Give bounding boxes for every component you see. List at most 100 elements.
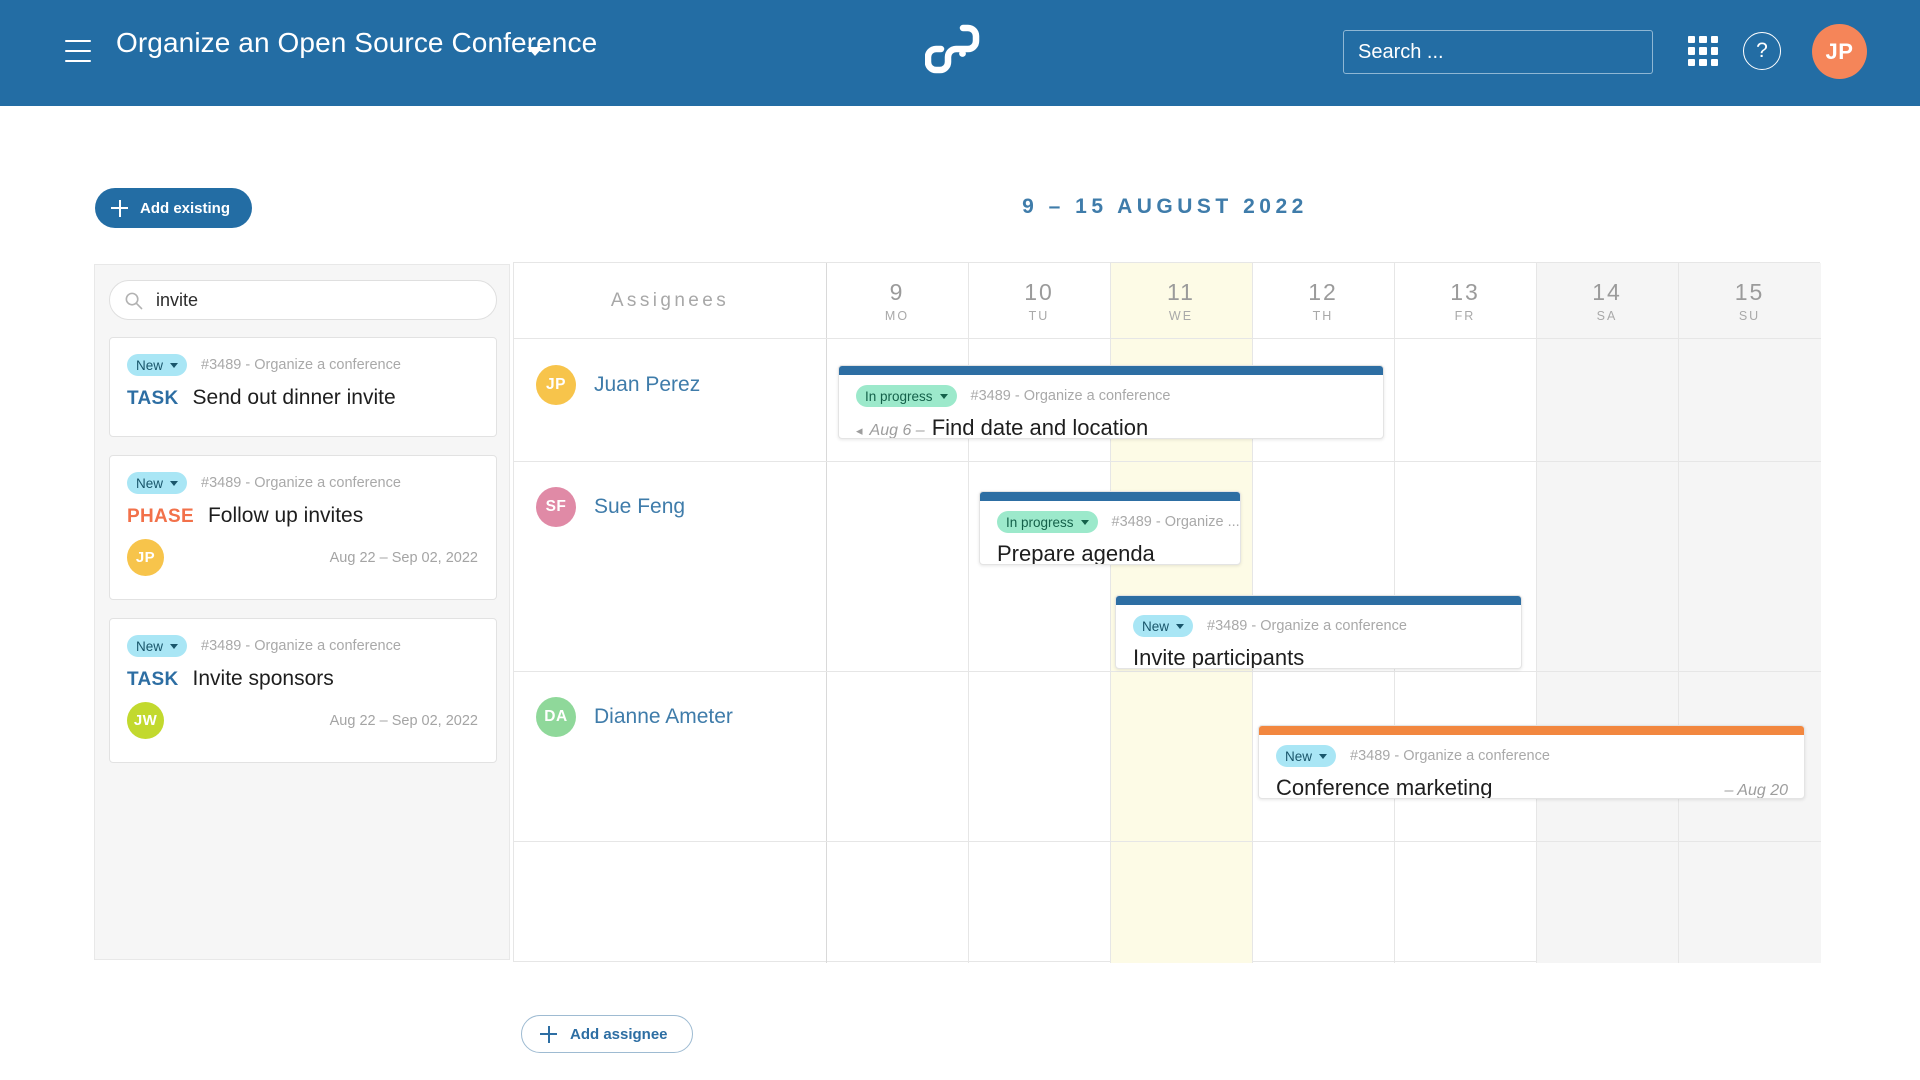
chevron-down-icon [1319, 753, 1328, 759]
task-bar-invite-participants[interactable]: New #3489 - Organize a conference Invite… [1115, 595, 1522, 669]
list-item[interactable]: New #3489 - Organize a conference TASK S… [109, 337, 497, 437]
day-name: WE [1168, 309, 1194, 323]
day-header-11: 11 WE [1110, 263, 1252, 339]
card-meta-row: New #3489 - Organize a conference [110, 619, 496, 657]
status-label: New [1142, 618, 1170, 634]
day-header-14: 14 SA [1536, 263, 1678, 339]
app-header: Organize an Open Source Conference ? JP [0, 0, 1920, 106]
status-badge[interactable]: New [1133, 615, 1194, 637]
reference-label: #3489 - Organize a conference [201, 638, 401, 654]
add-existing-label: Add existing [140, 199, 231, 217]
question-mark-icon[interactable]: ? [1743, 32, 1781, 70]
week-range-title: 9 – 15 AUGUST 2022 [1022, 195, 1308, 218]
status-label: New [136, 357, 164, 373]
assignee-row-sue-feng[interactable]: SF Sue Feng [514, 461, 826, 671]
day-name: FR [1454, 309, 1476, 323]
add-assignee-label: Add assignee [570, 1025, 668, 1043]
task-accent [1259, 726, 1804, 735]
app-logo[interactable] [924, 22, 987, 78]
list-item[interactable]: New #3489 - Organize a conference TASK I… [109, 618, 497, 763]
task-bar-prepare-agenda[interactable]: In progress #3489 - Organize ... Prepare… [979, 491, 1241, 565]
day-number: 12 [1308, 279, 1338, 305]
status-badge[interactable]: In progress [856, 385, 957, 407]
status-badge[interactable]: New [127, 472, 188, 494]
status-badge[interactable]: New [127, 354, 188, 376]
status-label: New [136, 638, 164, 654]
plus-icon [540, 1025, 557, 1043]
day-number: 11 [1167, 279, 1195, 305]
task-title: Conference marketing [1276, 775, 1493, 799]
task-start-label: Aug 6 – [869, 422, 925, 439]
task-bar-conference-marketing[interactable]: New #3489 - Organize a conference Confer… [1258, 725, 1805, 799]
day-column-14 [1536, 263, 1678, 963]
task-title-row: ◂ Aug 6 – Find date and location [856, 415, 1367, 439]
reference-label: #3489 - Organize a conference [201, 475, 401, 491]
status-label: In progress [865, 388, 933, 404]
status-badge[interactable]: New [1276, 745, 1337, 767]
task-meta-row: In progress #3489 - Organize ... [997, 511, 1240, 533]
chevron-down-icon [170, 480, 179, 486]
avatar[interactable]: JW [127, 702, 164, 739]
assignee-row-juan-perez[interactable]: JP Juan Perez [514, 339, 826, 461]
card-title-row: PHASE Follow up invites [110, 494, 496, 528]
assignee-row-dianne-ameter[interactable]: DA Dianne Ameter [514, 671, 826, 841]
avatar[interactable]: JP [1812, 24, 1867, 79]
avatar[interactable]: SF [536, 487, 576, 527]
card-footer-row: JP Aug 22 – Sep 02, 2022 [110, 528, 496, 592]
chevron-down-icon [170, 362, 179, 368]
assignee-row-empty[interactable] [514, 841, 826, 963]
panel-search-input[interactable] [156, 289, 482, 311]
search-input[interactable] [1343, 30, 1653, 74]
day-name: TH [1312, 309, 1334, 323]
chevron-down-icon[interactable] [527, 47, 543, 56]
item-kind: TASK [127, 388, 179, 409]
day-header-15: 15 SU [1678, 263, 1821, 339]
search-icon [125, 292, 143, 309]
reference-label: #3489 - Organize a conference [970, 388, 1171, 404]
avatar[interactable]: DA [536, 697, 576, 737]
add-existing-button[interactable]: Add existing [95, 188, 253, 228]
day-header-13: 13 FR [1394, 263, 1536, 339]
continues-left-icon: ◂ [856, 423, 863, 438]
day-number: 9 [889, 279, 905, 305]
item-title: Invite sponsors [192, 667, 334, 690]
chevron-down-icon [170, 643, 179, 649]
reference-label: #3489 - Organize ... [1111, 514, 1240, 530]
task-accent [839, 366, 1383, 375]
avatar[interactable]: JP [127, 539, 164, 576]
list-item[interactable]: New #3489 - Organize a conference PHASE … [109, 455, 497, 600]
avatar[interactable]: JP [536, 365, 576, 405]
card-title-row: TASK Invite sponsors [110, 657, 496, 691]
assignees-column-header: Assignees [610, 290, 730, 311]
day-header-9: 9 MO [826, 263, 968, 339]
calendar-grid: Assignees 9 MO 10 TU 11 WE 12 TH 13 FR 1… [513, 262, 1821, 963]
add-assignee-button[interactable]: Add assignee [521, 1015, 693, 1053]
search-field-wrapper[interactable] [109, 280, 497, 320]
status-label: New [1285, 748, 1313, 764]
task-bar-find-date-and-location[interactable]: In progress #3489 - Organize a conferenc… [838, 365, 1384, 439]
assignee-name: Juan Perez [594, 373, 701, 396]
plus-icon [111, 199, 128, 217]
status-badge[interactable]: In progress [997, 511, 1098, 533]
day-header-10: 10 TU [968, 263, 1110, 339]
reference-label: #3489 - Organize a conference [1350, 748, 1550, 764]
day-column-15 [1678, 263, 1821, 963]
chevron-down-icon [1080, 519, 1089, 525]
card-meta-row: New #3489 - Organize a conference [110, 338, 496, 376]
task-title-row: Prepare agenda [997, 541, 1224, 564]
hamburger-icon[interactable] [65, 40, 91, 62]
status-label: New [136, 475, 164, 491]
grid-apps-icon[interactable] [1685, 33, 1721, 69]
item-title: Follow up invites [207, 504, 364, 527]
assignee-name: Sue Feng [594, 495, 686, 518]
item-title: Send out dinner invite [192, 386, 396, 409]
item-kind: PHASE [127, 506, 194, 527]
day-number: 15 [1734, 279, 1765, 305]
chevron-down-icon [1176, 623, 1185, 629]
chevron-down-icon [939, 393, 948, 399]
day-name: MO [884, 309, 910, 323]
day-number: 14 [1592, 279, 1622, 305]
reference-label: #3489 - Organize a conference [201, 357, 401, 373]
day-header-12: 12 TH [1252, 263, 1394, 339]
status-badge[interactable]: New [127, 635, 188, 657]
